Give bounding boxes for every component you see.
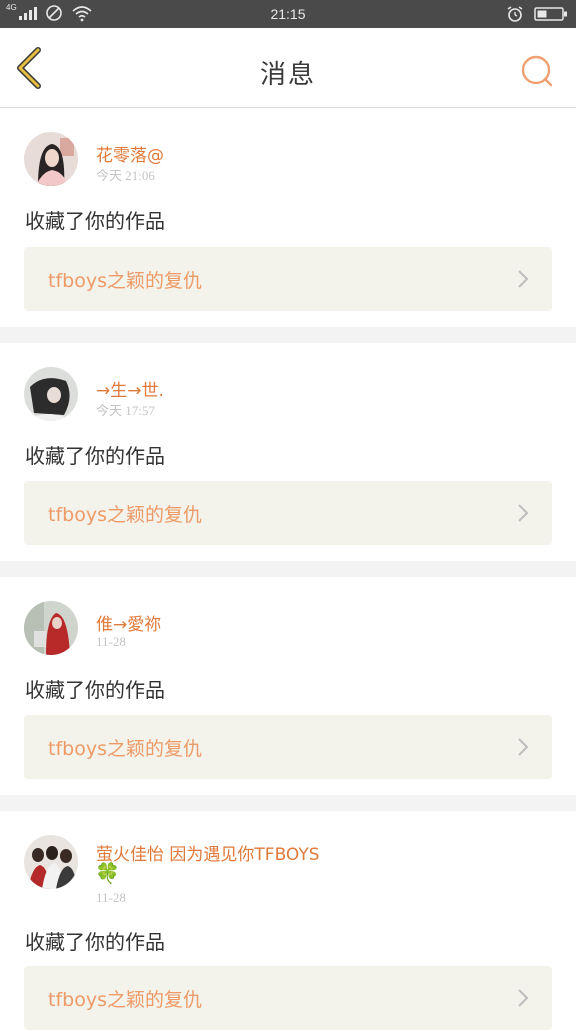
notification-card: 花零落@ 今天 21:06 收藏了你的作品 tfboys之颖的复仇 xyxy=(0,108,576,327)
notification-card: 倠→愛祢 11-28 收藏了你的作品 tfboys之颖的复仇 xyxy=(0,577,576,795)
notification-card: 萤火佳怡 因为遇见你TFBOYS 🍀 11-28 收藏了你的作品 tfboys之… xyxy=(0,811,576,1031)
chevron-right-icon xyxy=(518,504,529,522)
chevron-right-icon xyxy=(518,989,529,1007)
timestamp: 11-28 xyxy=(96,634,126,649)
user-avatar[interactable] xyxy=(24,367,78,421)
work-title: tfboys之颖的复仇 xyxy=(48,738,202,760)
work-title: tfboys之颖的复仇 xyxy=(48,270,202,292)
work-title: tfboys之颖的复仇 xyxy=(48,989,202,1011)
chevron-right-icon xyxy=(518,738,529,756)
notification-list: 花零落@ 今天 21:06 收藏了你的作品 tfboys之颖的复仇 →生→世. … xyxy=(0,108,576,1031)
work-link[interactable]: tfboys之颖的复仇 xyxy=(24,481,552,545)
work-link[interactable]: tfboys之颖的复仇 xyxy=(24,966,552,1030)
user-avatar[interactable] xyxy=(24,835,78,889)
work-link[interactable]: tfboys之颖的复仇 xyxy=(24,247,552,311)
username[interactable]: 花零落@ xyxy=(96,141,164,166)
notification-card: →生→世. 今天 17:57 收藏了你的作品 tfboys之颖的复仇 xyxy=(0,343,576,561)
clock-time: 21:15 xyxy=(270,6,306,22)
work-title: tfboys之颖的复仇 xyxy=(48,504,202,526)
activity-text: 收藏了你的作品 xyxy=(25,930,165,954)
card-divider xyxy=(0,327,576,343)
card-divider xyxy=(0,561,576,577)
timestamp: 11-28 xyxy=(96,890,126,905)
timestamp: 今天 21:06 xyxy=(96,168,155,183)
username[interactable]: →生→世. xyxy=(96,376,164,401)
status-bar: 4G 21:15 xyxy=(0,0,576,28)
search-icon[interactable] xyxy=(520,54,554,88)
chevron-right-icon xyxy=(518,270,529,288)
alarm-icon xyxy=(507,6,523,22)
activity-text: 收藏了你的作品 xyxy=(25,678,165,702)
battery-icon xyxy=(534,7,567,21)
timestamp: 今天 17:57 xyxy=(96,403,155,418)
activity-text: 收藏了你的作品 xyxy=(25,444,165,468)
header-bar: 消息 xyxy=(0,28,576,108)
activity-text: 收藏了你的作品 xyxy=(25,209,165,233)
page-title: 消息 xyxy=(259,60,316,90)
clover-emoji: 🍀 xyxy=(95,861,120,885)
user-avatar[interactable] xyxy=(24,132,78,186)
username[interactable]: 萤火佳怡 因为遇见你TFBOYS xyxy=(96,840,320,865)
username[interactable]: 倠→愛祢 xyxy=(96,610,161,635)
work-link[interactable]: tfboys之颖的复仇 xyxy=(24,715,552,779)
user-avatar[interactable] xyxy=(24,601,78,655)
card-divider xyxy=(0,795,576,811)
